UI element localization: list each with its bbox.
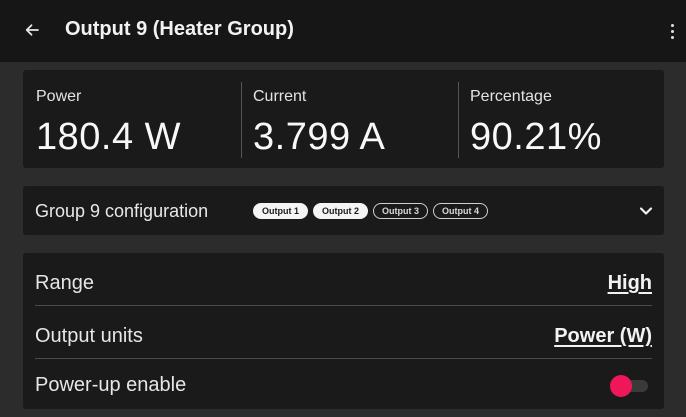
toggle-knob xyxy=(610,375,632,397)
group-configuration-panel[interactable]: Group 9 configuration Output 1 Output 2 … xyxy=(23,186,664,235)
settings-card: Range High Output units Power (W) Power-… xyxy=(23,253,664,409)
stat-label: Current xyxy=(253,88,307,105)
stat-value: 3.799 A xyxy=(253,116,386,158)
stat-power: Power 180.4 W xyxy=(23,70,241,168)
stat-label: Percentage xyxy=(470,88,552,105)
chip-output-1[interactable]: Output 1 xyxy=(253,203,308,219)
stat-percentage: Percentage 90.21% xyxy=(458,70,664,168)
output-chips: Output 1 Output 2 Output 3 Output 4 xyxy=(253,203,488,219)
app-bar: Output 9 (Heater Group) xyxy=(0,0,686,62)
setting-label: Power-up enable xyxy=(35,374,187,396)
setting-range: Range High xyxy=(35,255,652,307)
page-title: Output 9 (Heater Group) xyxy=(65,18,294,40)
arrow-left-icon xyxy=(25,24,39,36)
range-selector[interactable]: High xyxy=(608,272,652,295)
setting-output-units: Output units Power (W) xyxy=(35,308,652,360)
stat-label: Power xyxy=(36,88,82,105)
chip-output-2[interactable]: Output 2 xyxy=(313,203,368,219)
chevron-down-icon[interactable] xyxy=(638,203,654,219)
setting-label: Range xyxy=(35,272,94,294)
more-menu-button[interactable] xyxy=(666,18,678,44)
stat-current: Current 3.799 A xyxy=(241,70,458,168)
output-stats-card: Power 180.4 W Current 3.799 A Percentage… xyxy=(23,70,664,168)
more-vert-icon xyxy=(670,23,674,27)
divider xyxy=(35,305,652,306)
stat-value: 90.21% xyxy=(470,116,602,158)
setting-label: Output units xyxy=(35,325,143,347)
output-units-selector[interactable]: Power (W) xyxy=(554,325,652,348)
back-button[interactable] xyxy=(20,18,44,42)
power-up-toggle[interactable] xyxy=(610,375,648,397)
group-configuration-title: Group 9 configuration xyxy=(35,201,209,221)
stat-value: 180.4 W xyxy=(36,116,182,158)
chip-output-4[interactable]: Output 4 xyxy=(433,203,488,219)
setting-power-up-enable: Power-up enable xyxy=(35,357,652,409)
chip-output-3[interactable]: Output 3 xyxy=(373,203,428,219)
